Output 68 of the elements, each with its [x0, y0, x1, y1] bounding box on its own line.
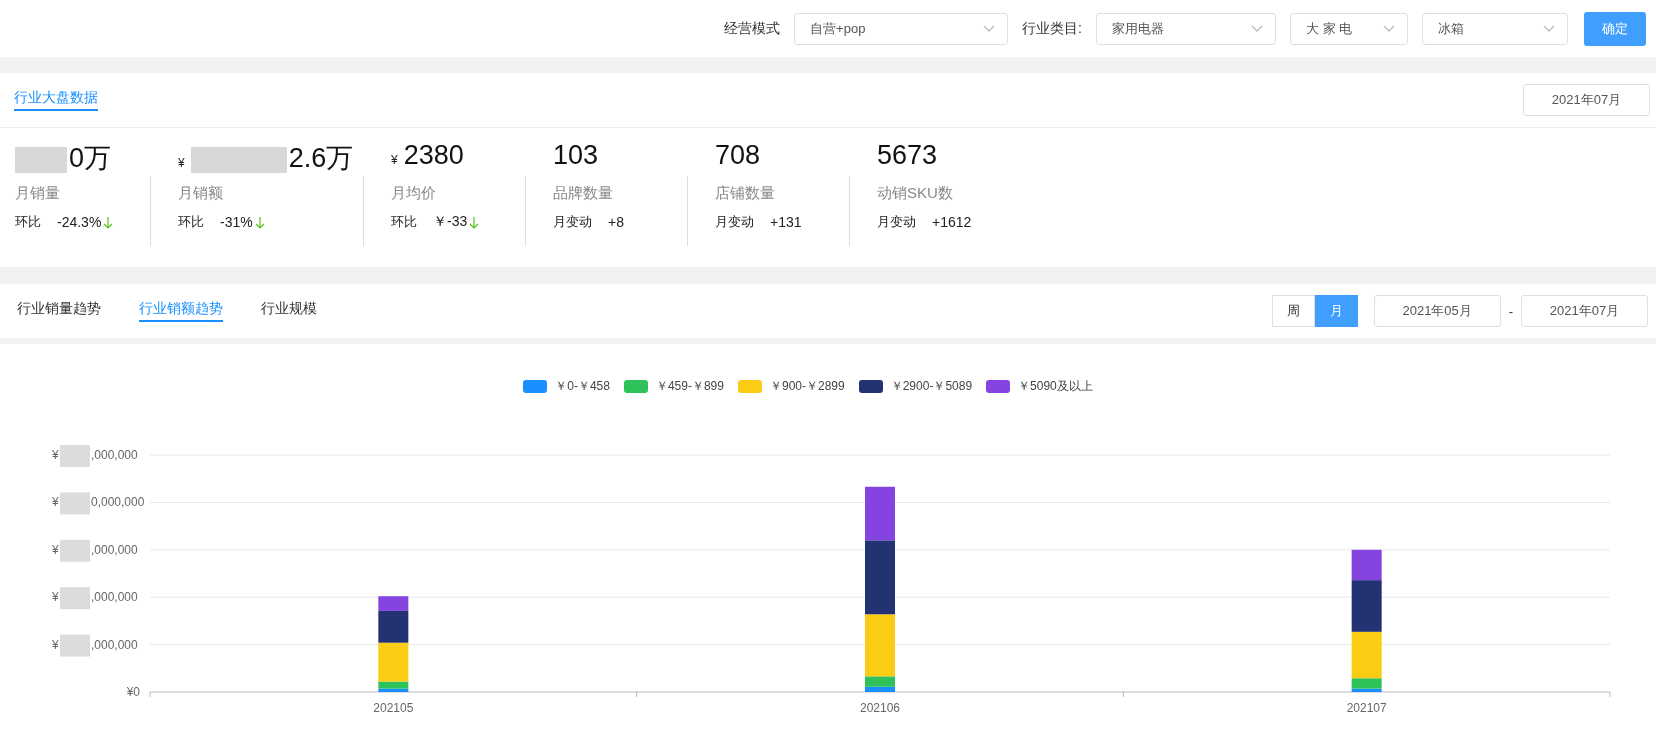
chart-tab[interactable]: 行业规模 — [261, 300, 317, 322]
legend-label: ￥0-￥458 — [555, 377, 610, 395]
end-date-field[interactable]: 2021年07月 — [1521, 295, 1648, 327]
redaction-blur — [60, 492, 90, 515]
period-toggle-button[interactable]: 周 — [1271, 295, 1315, 327]
legend-label: ￥5090及以上 — [1018, 377, 1093, 395]
dropdown-select[interactable]: 大 家 电 — [1290, 12, 1408, 45]
filter-label: 经营模式 — [724, 19, 781, 38]
stat-value: 0万 — [69, 142, 112, 175]
change-label: 月变动 — [553, 213, 592, 231]
stat-value: 2380 — [403, 140, 464, 171]
start-date-field[interactable]: 2021年05月 — [1373, 295, 1501, 327]
chevron-down-icon — [1543, 24, 1555, 33]
stat-label: 店铺数量 — [715, 184, 776, 203]
x-axis-label: 202106 — [860, 701, 900, 715]
chevron-down-icon — [1251, 24, 1263, 33]
currency-symbol: ¥ — [391, 153, 398, 167]
y-axis-label: ,000,000 — [91, 637, 138, 652]
change-value: +8 — [608, 214, 624, 230]
chevron-down-icon — [1383, 24, 1395, 33]
stat-label: 动销SKU数 — [877, 184, 954, 203]
chart-tab[interactable]: 行业销量趋势 — [17, 300, 101, 322]
filter-label: 行业类目: — [1022, 19, 1082, 38]
redaction-blur — [60, 445, 90, 467]
y-axis-label: 0,000,000 — [91, 495, 145, 510]
change-label: 环比 — [15, 213, 41, 231]
stat-label: 月销额 — [178, 184, 224, 203]
stat-value: 103 — [553, 140, 599, 171]
redaction-blur — [60, 634, 90, 657]
change-label: 环比 — [178, 213, 204, 231]
x-axis-label: 202107 — [1346, 701, 1387, 715]
dropdown-select[interactable]: 冰箱 — [1422, 12, 1568, 45]
currency-symbol: ¥ — [52, 495, 59, 510]
change-label: 月变动 — [715, 213, 754, 231]
change-value: -24.3% — [57, 214, 102, 230]
stat-label: 月销量 — [15, 184, 61, 203]
legend-label: ￥900-￥2899 — [769, 377, 845, 395]
dropdown-select[interactable]: 家用电器 — [1096, 12, 1276, 45]
currency-symbol: ¥ — [52, 590, 59, 605]
redaction-blur — [60, 539, 90, 562]
legend-label: ￥2900-￥5089 — [890, 377, 973, 395]
change-label: 环比 — [391, 213, 417, 231]
currency-symbol: ¥ — [178, 156, 185, 170]
x-axis-label: 202105 — [373, 701, 414, 715]
redaction-blur — [60, 587, 90, 610]
change-value: -31% — [220, 214, 253, 230]
y-axis-label: ¥0 — [126, 685, 140, 699]
y-axis-label: ,000,000 — [91, 448, 138, 462]
date-field[interactable]: 2021年07月 — [1523, 84, 1650, 116]
bar-segment — [865, 486, 895, 541]
change-value: +1612 — [932, 214, 972, 230]
change-value: +131 — [770, 214, 802, 230]
stat-value: 708 — [715, 140, 761, 171]
stat-label: 品牌数量 — [553, 184, 614, 203]
currency-symbol: ¥ — [52, 637, 59, 652]
dropdown-select[interactable]: 自营+pop — [794, 12, 1009, 45]
currency-symbol: ¥ — [52, 448, 59, 462]
legend-label: ￥459-￥899 — [655, 377, 724, 395]
y-axis-label: ,000,000 — [91, 590, 138, 605]
currency-symbol: ¥ — [52, 542, 59, 557]
change-label: 月变动 — [877, 213, 916, 231]
y-axis-label: ,000,000 — [91, 542, 138, 557]
range-separator: - — [1508, 303, 1513, 319]
stat-value: 5673 — [877, 140, 938, 171]
stat-label: 月均价 — [391, 184, 437, 203]
stat-value: 2.6万 — [288, 142, 354, 175]
change-value: ￥-33 — [433, 213, 468, 231]
chevron-down-icon — [983, 24, 996, 33]
